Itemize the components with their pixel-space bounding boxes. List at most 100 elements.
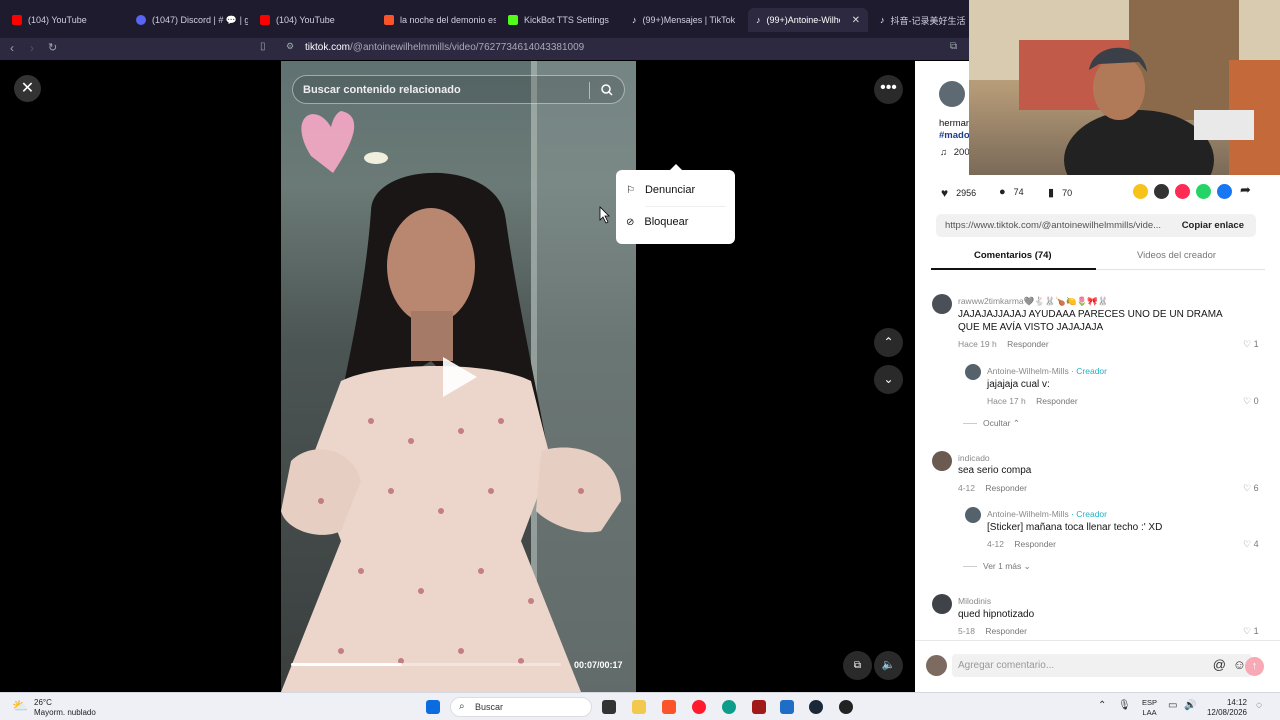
copy-link-button[interactable]: Copiar enlace — [1182, 220, 1244, 231]
next-video-button[interactable]: ⌄ — [874, 365, 903, 394]
pip-icon[interactable]: ⧉ — [843, 651, 872, 680]
comment-like[interactable]: ♡ 4 — [1243, 539, 1259, 550]
weather-icon[interactable]: ⛅ — [12, 698, 28, 714]
hide-replies-button[interactable]: Ocultar ⌃ — [963, 418, 1020, 429]
tab-tiktok-video[interactable]: ♪ (99+)Antoine-Wilhelm ✕ — [748, 8, 868, 32]
report-menu-item[interactable]: ⚐ Denunciar — [626, 184, 695, 196]
comments-stat[interactable]: ● 74 — [999, 186, 1024, 198]
video-link[interactable]: https://www.tiktok.com/@antoinewilhelmmi… — [945, 220, 1161, 231]
clock[interactable]: 14:12 12/08/2026 — [1205, 698, 1247, 718]
avatar[interactable] — [932, 594, 952, 614]
saves-stat[interactable]: ▮ 70 — [1048, 186, 1072, 199]
repost-icon[interactable] — [1133, 184, 1148, 199]
tray-chevron-icon[interactable]: ⌃ — [1098, 700, 1106, 711]
play-icon[interactable] — [443, 357, 477, 397]
related-search-input[interactable]: Buscar contenido relacionado — [292, 75, 625, 104]
reply-button[interactable]: Responder — [985, 483, 1027, 493]
speaker-icon[interactable]: 🔊 — [1184, 700, 1196, 711]
search-icon: ⌕ — [459, 701, 465, 712]
forward-icon[interactable]: › — [30, 41, 34, 55]
brave-browser-icon[interactable] — [662, 700, 676, 714]
comment-username[interactable]: Antoine-Wilhelm-Mills — [987, 509, 1069, 519]
previous-video-button[interactable]: ⌃ — [874, 328, 903, 357]
mention-icon[interactable]: @ — [1213, 657, 1226, 672]
back-icon[interactable]: ‹ — [10, 41, 14, 55]
send-comment-button[interactable]: ↑ — [1245, 657, 1264, 676]
chevron-up-icon: ⌃ — [1012, 418, 1020, 428]
comment-input[interactable]: Agregar comentario... @ ☺ — [952, 654, 1252, 677]
network-icon[interactable]: ▭ — [1168, 700, 1177, 711]
likes-count: 2956 — [956, 188, 977, 198]
avatar[interactable] — [932, 294, 952, 314]
facebook-icon[interactable] — [1217, 184, 1232, 199]
url-field[interactable]: tiktok.com/@antoinewilhelmmills/video/76… — [305, 42, 584, 53]
reply-button[interactable]: Responder — [1007, 339, 1049, 349]
like-count: 1 — [1253, 339, 1259, 349]
reply-username-row: Antoine-Wilhelm-Mills · Creador — [987, 509, 1107, 519]
edge-icon[interactable] — [722, 700, 736, 714]
avatar[interactable] — [932, 451, 952, 471]
saves-count: 70 — [1062, 187, 1073, 198]
opera-icon[interactable] — [692, 700, 706, 714]
translate-icon[interactable]: ⧉ — [950, 41, 957, 52]
music-note-icon: ♫ — [940, 147, 948, 158]
close-video-button[interactable]: ✕ — [14, 75, 41, 102]
tab-youtube-1[interactable]: (104) YouTube — [4, 8, 124, 32]
site-info-icon[interactable]: ⚙ — [286, 41, 294, 52]
tab-discord[interactable]: (1047) Discord | # 💬 | gaming — [128, 8, 248, 32]
tab-youtube-2[interactable]: (104) YouTube — [252, 8, 372, 32]
comment-like[interactable]: ♡ 1 — [1243, 626, 1259, 637]
close-tab-icon[interactable]: ✕ — [852, 15, 860, 26]
language-indicator[interactable]: ESP LAA — [1142, 698, 1157, 718]
progress-bar[interactable] — [291, 663, 561, 666]
comment-username[interactable]: rawww2timkarma🩶🐇🐰🍗🍋🌷🎀🐰 — [958, 296, 1108, 307]
tab-creator-videos[interactable]: Videos del creador — [1137, 250, 1216, 261]
taskbar-search[interactable]: ⌕ Buscar — [450, 697, 592, 717]
tab-kickbot[interactable]: KickBot TTS Settings — [500, 8, 620, 32]
embed-icon[interactable] — [1154, 184, 1169, 199]
whatsapp-icon[interactable] — [1196, 184, 1211, 199]
likes-stat[interactable]: ♥ 2956 — [941, 186, 976, 200]
app-icon[interactable] — [752, 700, 766, 714]
store-icon[interactable] — [780, 700, 794, 714]
search-icon[interactable] — [601, 84, 613, 96]
block-menu-item[interactable]: ⊘ Bloquear — [626, 216, 688, 228]
caption-hashtag[interactable]: #mado — [939, 130, 970, 141]
music-row[interactable]: ♫ 200 — [940, 147, 970, 158]
comment-username[interactable]: Milodinis — [958, 596, 991, 606]
tab-comments[interactable]: Comentarios (74) — [974, 250, 1052, 261]
notifications-icon[interactable]: ◌ — [1256, 700, 1262, 711]
windows-start-icon[interactable] — [426, 700, 440, 714]
comment-username[interactable]: indicado — [958, 453, 990, 463]
avatar[interactable] — [965, 507, 981, 523]
bookmark-icon[interactable]: ▯ — [260, 41, 266, 52]
tab-douyin[interactable]: ♪ 抖音-记录美好生活 — [872, 8, 968, 32]
reload-icon[interactable]: ↻ — [48, 41, 57, 54]
weather-widget[interactable]: 26°C Mayorm. nublado — [34, 698, 96, 718]
reply-button[interactable]: Responder — [1036, 396, 1078, 406]
microphone-icon[interactable]: 🎙 — [1118, 700, 1131, 711]
avatar[interactable] — [965, 364, 981, 380]
share-arrow-icon[interactable]: ➦ — [1240, 182, 1251, 198]
creator-avatar[interactable] — [939, 81, 965, 107]
tab-tiktok-messages[interactable]: ♪ (99+)Mensajes | TikTok — [624, 8, 744, 32]
comment-like[interactable]: ♡ 1 — [1243, 339, 1259, 350]
more-options-button[interactable]: ••• — [874, 75, 903, 104]
send-to-friends-icon[interactable] — [1175, 184, 1190, 199]
reply-button[interactable]: Responder — [985, 626, 1027, 636]
comment-username[interactable]: Antoine-Wilhelm-Mills — [987, 366, 1069, 376]
obs-icon[interactable] — [839, 700, 853, 714]
task-view-icon[interactable] — [602, 700, 616, 714]
view-more-replies-button[interactable]: Ver 1 más ⌄ — [963, 561, 1031, 572]
comment-like[interactable]: ♡ 0 — [1243, 396, 1259, 407]
steam-icon[interactable] — [809, 700, 823, 714]
file-explorer-icon[interactable] — [632, 700, 646, 714]
comment-like[interactable]: ♡ 6 — [1243, 483, 1259, 494]
reply-button[interactable]: Responder — [1014, 539, 1056, 549]
video-player[interactable]: Buscar contenido relacionado 00:07/00:17 — [281, 61, 636, 692]
volume-icon[interactable]: 🔈 — [874, 651, 903, 680]
weather-temp: 26°C — [34, 698, 52, 707]
tab-label: (99+)Antoine-Wilhelm — [766, 15, 840, 25]
tab-brave-search[interactable]: la noche del demonio est — [376, 8, 496, 32]
emoji-icon[interactable]: ☺ — [1233, 657, 1246, 672]
